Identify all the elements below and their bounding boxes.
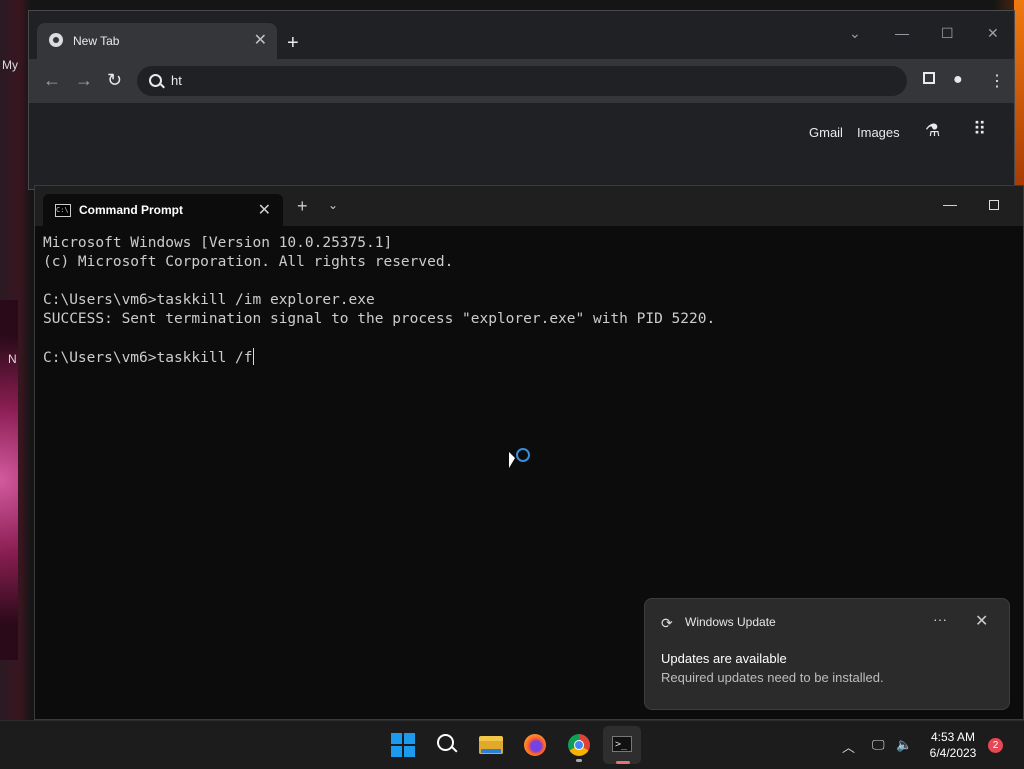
notification-heading: Updates are available	[661, 651, 787, 666]
chrome-favicon-icon	[49, 33, 63, 47]
terminal-line: (c) Microsoft Corporation. All rights re…	[43, 254, 454, 270]
tab-dropdown-icon[interactable]: ⌄	[328, 198, 338, 212]
terminal-line: Microsoft Windows [Version 10.0.25375.1]	[43, 235, 393, 251]
search-taskbar-icon[interactable]	[431, 729, 463, 761]
busy-spinner-icon	[516, 448, 530, 462]
new-tab-button[interactable]: +	[297, 197, 308, 215]
network-icon[interactable]: 🖵	[872, 737, 885, 753]
firefox-icon[interactable]	[519, 729, 551, 761]
omnibox-input[interactable]: ht	[137, 66, 907, 96]
mouse-pointer-icon	[509, 452, 515, 468]
apps-grid-icon[interactable]: ⠿	[973, 119, 986, 140]
taskbar: >_ ︿ 🖵 🔈 4:53 AM 6/4/2023 2	[0, 720, 1024, 769]
text-cursor	[252, 348, 254, 365]
cmd-icon: C:\	[55, 204, 71, 217]
sync-icon: ⟳	[661, 615, 673, 631]
terminal-line: ​	[43, 329, 1013, 348]
desktop-icon-label[interactable]: My	[2, 58, 18, 72]
close-tab-icon[interactable]: ✕	[254, 30, 267, 50]
terminal-prompt-line[interactable]: C:\Users\vm6>taskkill /f	[43, 348, 1013, 368]
side-panel-icon[interactable]	[923, 72, 935, 84]
terminal-tab-title: Command Prompt	[79, 203, 184, 217]
chrome-tab-new-tab[interactable]: New Tab ✕	[37, 23, 277, 59]
desktop-icon-label-2[interactable]: N	[8, 352, 17, 366]
chrome-toolbar: ← → ↻ ht ● ⋮	[29, 59, 1014, 103]
terminal-line: C:\Users\vm6>taskkill /im explorer.exe	[43, 292, 375, 308]
chrome-tab-title: New Tab	[73, 34, 120, 48]
system-clock[interactable]: 4:53 AM 6/4/2023	[922, 729, 984, 761]
terminal-taskbar-icon[interactable]: >_	[603, 726, 641, 764]
terminal-output[interactable]: Microsoft Windows [Version 10.0.25375.1]…	[43, 234, 1013, 368]
minimize-icon[interactable]: —	[943, 196, 957, 212]
terminal-line: SUCCESS: Sent termination signal to the …	[43, 311, 716, 327]
more-options-icon[interactable]: ···	[933, 611, 947, 627]
back-icon[interactable]: ←	[43, 71, 61, 89]
show-hidden-icons-chevron-icon[interactable]: ︿	[842, 737, 855, 756]
terminal-titlebar: C:\ Command Prompt ✕ + ⌄ —	[35, 186, 1023, 226]
chrome-taskbar-icon[interactable]	[563, 729, 595, 762]
close-tab-icon[interactable]: ✕	[258, 200, 271, 220]
notification-app-name: Windows Update	[685, 615, 776, 629]
file-explorer-icon[interactable]	[475, 729, 507, 761]
chrome-window: New Tab ✕ + ⌄ — ☐ ✕ ← → ↻ ht ● ⋮ Gmail I…	[28, 10, 1015, 190]
profile-icon[interactable]: ●	[953, 71, 963, 89]
clock-date: 6/4/2023	[929, 746, 977, 760]
volume-icon[interactable]: 🔈	[896, 737, 912, 753]
notification-body: Required updates need to be installed.	[661, 670, 884, 685]
minimize-icon[interactable]: —	[895, 25, 909, 41]
new-tab-button[interactable]: +	[287, 33, 299, 53]
forward-icon[interactable]: →	[75, 71, 93, 89]
search-icon	[149, 74, 162, 87]
start-button[interactable]	[387, 729, 419, 761]
windows-update-notification[interactable]: ⟳ Windows Update ··· ✕ Updates are avail…	[644, 598, 1010, 710]
desktop-wallpaper-accent-right	[1014, 0, 1024, 185]
reload-icon[interactable]: ↻	[107, 71, 122, 89]
clock-time: 4:53 AM	[930, 730, 976, 744]
prompt-text: C:\Users\vm6>taskkill /f	[43, 350, 253, 366]
omnibox-value: ht	[171, 73, 182, 88]
maximize-icon[interactable]	[989, 200, 999, 210]
gmail-link[interactable]: Gmail	[809, 125, 843, 140]
close-notification-icon[interactable]: ✕	[975, 611, 988, 631]
chrome-page: Gmail Images ⚗ ⠿	[29, 103, 1014, 189]
maximize-icon[interactable]: ☐	[941, 25, 954, 42]
terminal-tab-command-prompt[interactable]: C:\ Command Prompt ✕	[43, 194, 283, 226]
chrome-tabstrip: New Tab ✕ + ⌄ — ☐ ✕	[29, 11, 1014, 59]
terminal-line: ​	[43, 272, 1013, 291]
images-link[interactable]: Images	[857, 125, 900, 140]
tab-search-icon[interactable]: ⌄	[849, 25, 861, 42]
menu-kebab-icon[interactable]: ⋮	[989, 71, 1005, 91]
labs-flask-icon[interactable]: ⚗	[925, 121, 940, 141]
notification-count-badge[interactable]: 2	[988, 738, 1003, 753]
close-window-icon[interactable]: ✕	[987, 25, 999, 42]
